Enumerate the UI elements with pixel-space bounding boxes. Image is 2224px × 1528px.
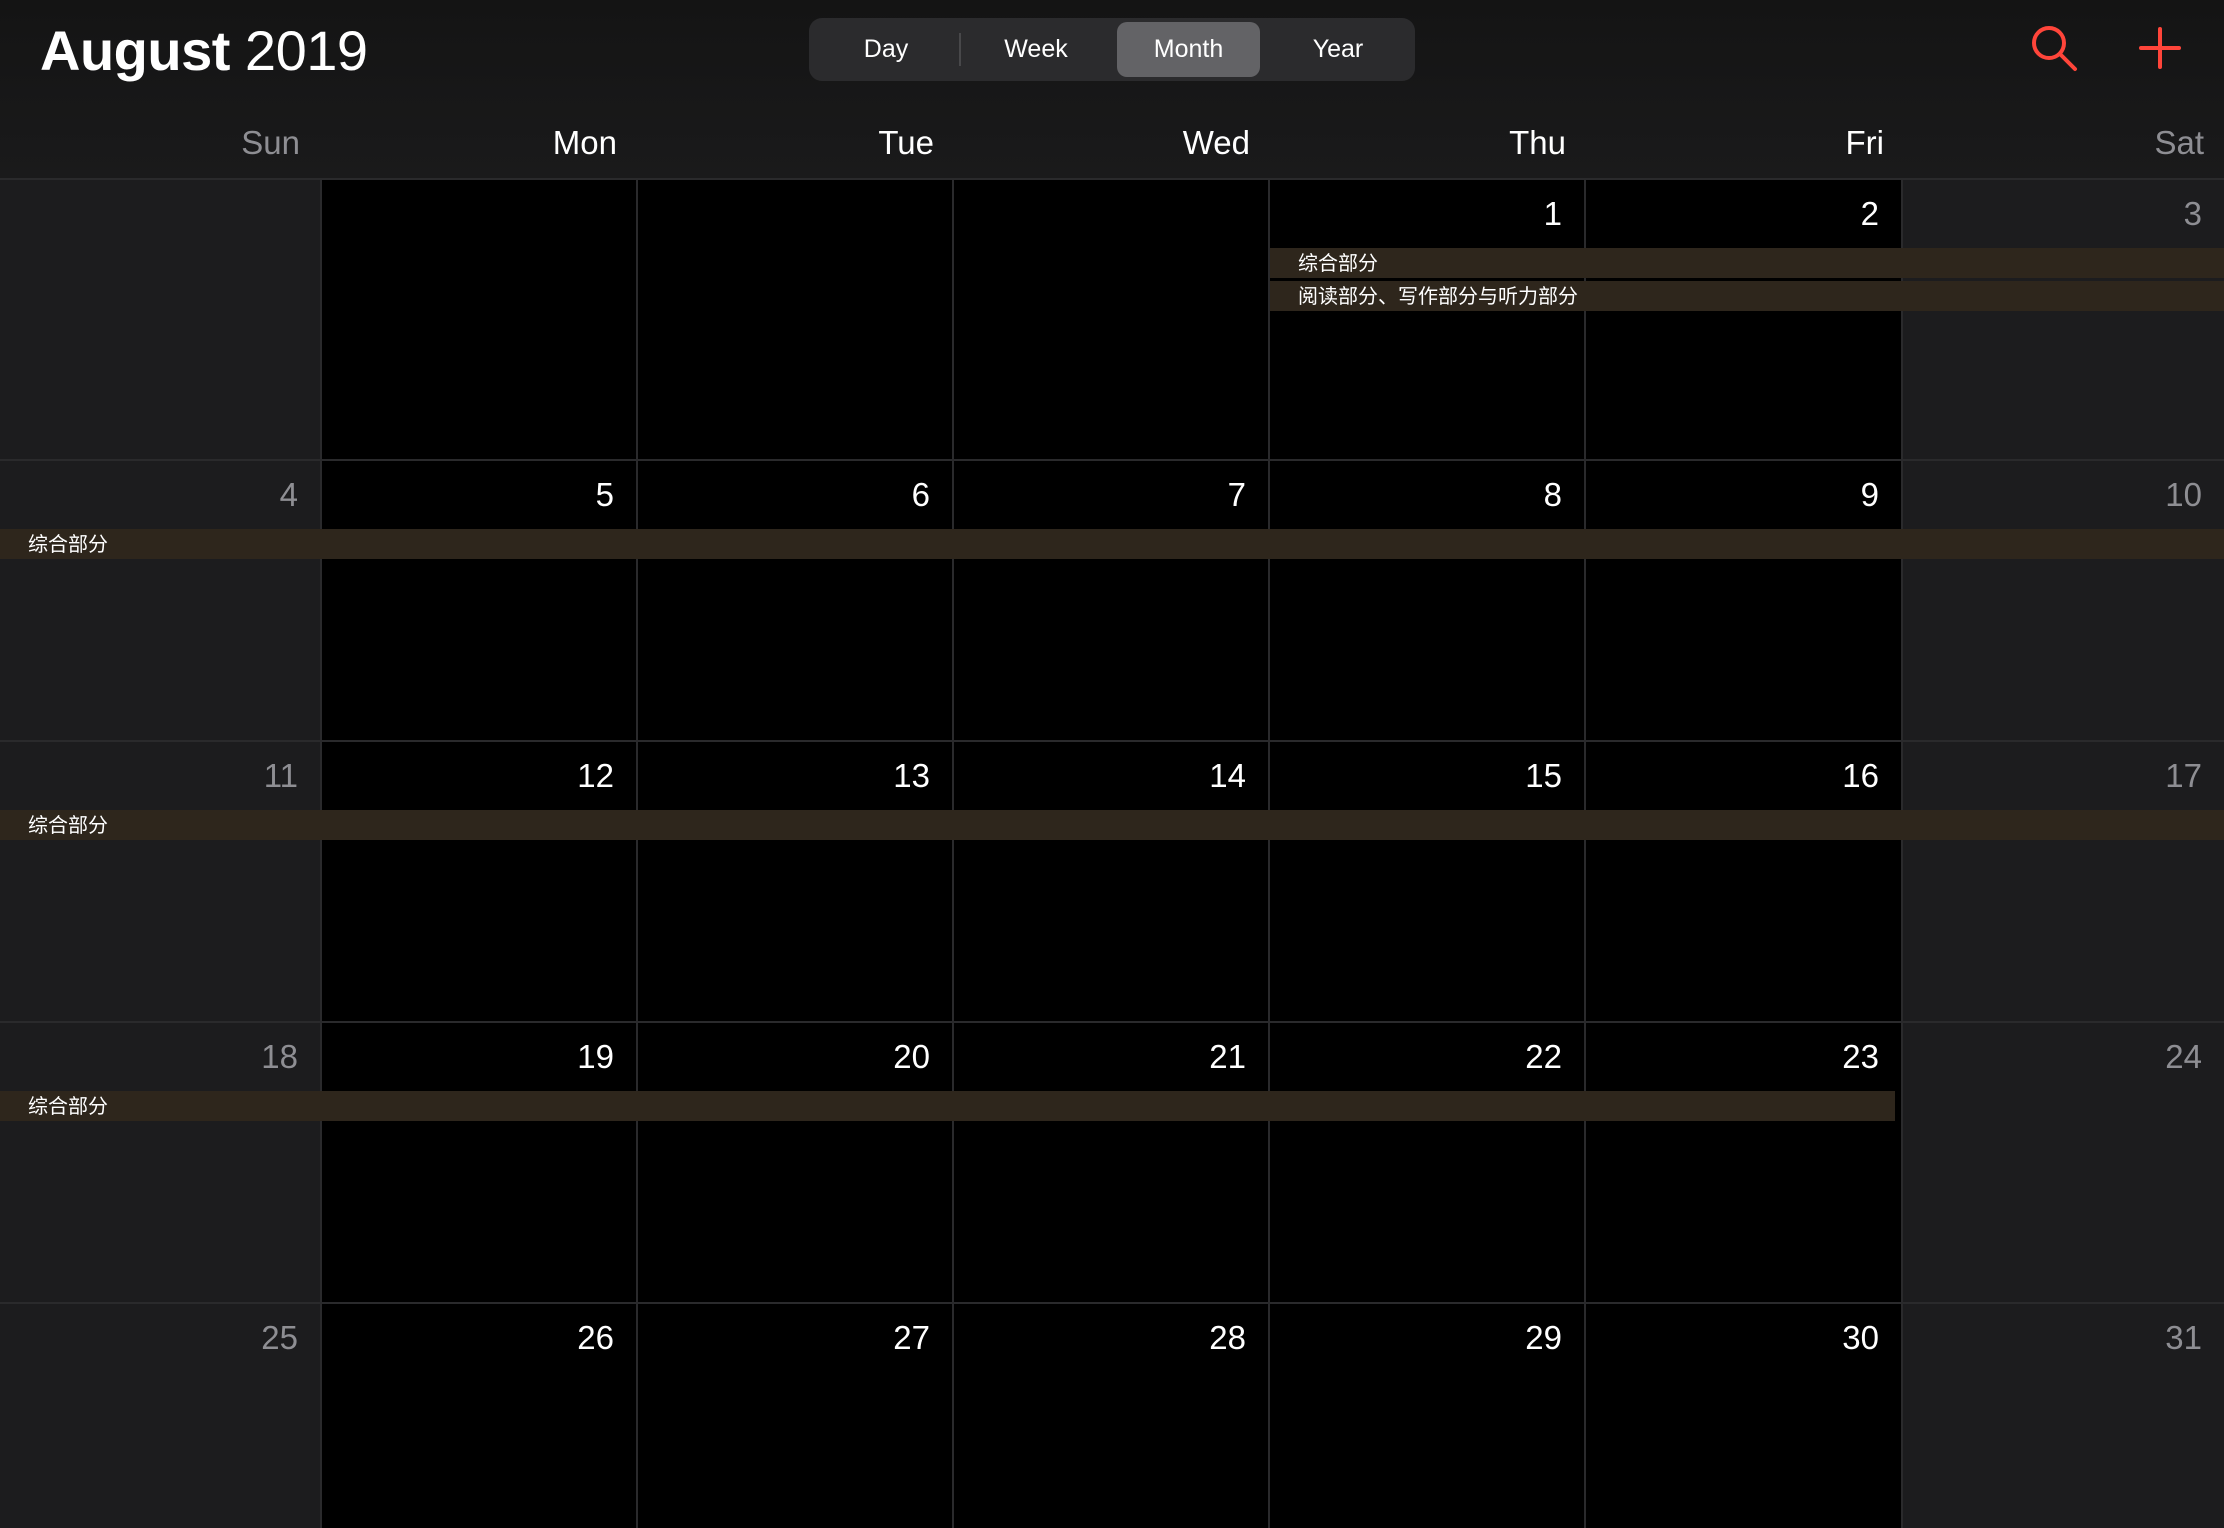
day-cell-tue[interactable] <box>638 180 954 459</box>
day-number: 9 <box>1860 476 1879 513</box>
event-bar[interactable]: 阅读部分、写作部分与听力部分 <box>1270 281 2224 311</box>
day-cell-wed[interactable]: 21 <box>954 1023 1270 1302</box>
day-cell-tue[interactable]: 27 <box>638 1304 954 1528</box>
day-cell-tue[interactable]: 13 <box>638 742 954 1021</box>
week-row: 4 5 6 7 8 9 10 综合部分 <box>0 459 2224 740</box>
day-cell-thu[interactable]: 8 <box>1270 461 1586 740</box>
event-bar[interactable]: 综合部分 <box>1270 248 2224 278</box>
view-switcher: Day Week Month Year <box>809 18 1415 81</box>
event-bar[interactable]: 综合部分 <box>0 1091 1895 1121</box>
year-number: 2019 <box>244 19 368 82</box>
day-number: 19 <box>577 1038 614 1075</box>
day-cell-thu[interactable]: 1 <box>1270 180 1586 459</box>
view-month-button[interactable]: Month <box>1117 22 1260 77</box>
day-cell-wed[interactable]: 7 <box>954 461 1270 740</box>
month-title: August 2019 <box>40 14 368 88</box>
day-number: 15 <box>1525 757 1562 794</box>
weekday-label-mon: Mon <box>552 124 617 161</box>
day-cell-wed[interactable]: 28 <box>954 1304 1270 1528</box>
day-cell-fri[interactable]: 30 <box>1586 1304 1903 1528</box>
day-cell-thu[interactable]: 22 <box>1270 1023 1586 1302</box>
weekday-label-wed: Wed <box>1182 124 1250 161</box>
day-cell-fri[interactable]: 9 <box>1586 461 1903 740</box>
weekday-label-sun: Sun <box>241 124 300 161</box>
day-cell-sun[interactable]: 25 <box>0 1304 322 1528</box>
weekday-label-thu: Thu <box>1509 124 1566 161</box>
view-week-button[interactable]: Week <box>961 22 1111 77</box>
day-number: 20 <box>893 1038 930 1075</box>
day-cell-sun[interactable]: 11 <box>0 742 322 1021</box>
day-cell-fri[interactable]: 16 <box>1586 742 1903 1021</box>
week-row: 11 12 13 14 15 16 17 综合部分 <box>0 740 2224 1021</box>
event-bar[interactable]: 综合部分 <box>0 810 2224 840</box>
day-number: 13 <box>893 757 930 794</box>
plus-icon <box>2139 27 2181 69</box>
day-cell-thu[interactable]: 29 <box>1270 1304 1586 1528</box>
day-number: 6 <box>911 476 930 513</box>
day-cell-tue[interactable]: 20 <box>638 1023 954 1302</box>
day-cell-thu[interactable]: 15 <box>1270 742 1586 1021</box>
day-number: 29 <box>1525 1319 1562 1356</box>
week-row: 25 26 27 28 29 30 31 <box>0 1302 2224 1528</box>
weekday-label-fri: Fri <box>1845 124 1884 161</box>
view-day-button[interactable]: Day <box>813 22 959 77</box>
add-event-button[interactable] <box>2138 26 2182 70</box>
day-number: 4 <box>279 476 298 513</box>
day-number: 21 <box>1209 1038 1246 1075</box>
day-number: 10 <box>2165 476 2202 513</box>
day-number: 3 <box>2183 195 2202 232</box>
day-cell-wed[interactable]: 14 <box>954 742 1270 1021</box>
day-number: 8 <box>1543 476 1562 513</box>
day-number: 7 <box>1227 476 1246 513</box>
calendar-header: August 2019 Day Week Month Year Sun Mon … <box>0 0 2224 178</box>
month-name: August <box>40 19 230 82</box>
day-cell-fri[interactable]: 2 <box>1586 180 1903 459</box>
month-grid: 1 2 3 综合部分 阅读部分、写作部分与听力部分 4 5 6 7 8 9 10 综合部分 11 12 13 1… <box>0 178 2224 1528</box>
day-cell-mon[interactable]: 5 <box>322 461 638 740</box>
day-cell-sat[interactable]: 10 <box>1903 461 2224 740</box>
day-cell-sun[interactable] <box>0 180 322 459</box>
week-row: 1 2 3 综合部分 阅读部分、写作部分与听力部分 <box>0 178 2224 459</box>
view-year-button[interactable]: Year <box>1265 22 1411 77</box>
search-button[interactable] <box>2028 22 2080 74</box>
day-cell-tue[interactable]: 6 <box>638 461 954 740</box>
day-cell-mon[interactable]: 26 <box>322 1304 638 1528</box>
event-bar[interactable]: 综合部分 <box>0 529 2224 559</box>
day-cell-mon[interactable]: 19 <box>322 1023 638 1302</box>
day-cell-mon[interactable] <box>322 180 638 459</box>
weekday-label-tue: Tue <box>878 124 934 161</box>
day-number: 18 <box>261 1038 298 1075</box>
day-number: 23 <box>1842 1038 1879 1075</box>
day-cell-fri[interactable]: 23 <box>1586 1023 1903 1302</box>
day-cell-mon[interactable]: 12 <box>322 742 638 1021</box>
day-number: 14 <box>1209 757 1246 794</box>
day-number: 16 <box>1842 757 1879 794</box>
day-number: 11 <box>263 757 298 794</box>
day-number: 5 <box>595 476 614 513</box>
search-icon <box>2032 26 2077 71</box>
day-cell-sat[interactable]: 17 <box>1903 742 2224 1021</box>
day-number: 26 <box>577 1319 614 1356</box>
day-number: 27 <box>893 1319 930 1356</box>
day-number: 30 <box>1842 1319 1879 1356</box>
day-number: 25 <box>261 1319 298 1356</box>
day-number: 24 <box>2165 1038 2202 1075</box>
day-cell-sat[interactable]: 31 <box>1903 1304 2224 1528</box>
day-number: 12 <box>577 757 614 794</box>
week-row: 18 19 20 21 22 23 24 综合部分 <box>0 1021 2224 1302</box>
day-number: 1 <box>1543 195 1562 232</box>
day-cell-wed[interactable] <box>954 180 1270 459</box>
day-number: 28 <box>1209 1319 1246 1356</box>
day-number: 2 <box>1860 195 1879 232</box>
day-number: 22 <box>1525 1038 1562 1075</box>
day-number: 31 <box>2165 1319 2202 1356</box>
day-cell-sat[interactable]: 24 <box>1903 1023 2224 1302</box>
weekday-label-sat: Sat <box>2154 124 2204 161</box>
day-cell-sat[interactable]: 3 <box>1903 180 2224 459</box>
day-cell-sun[interactable]: 18 <box>0 1023 322 1302</box>
day-number: 17 <box>2165 757 2202 794</box>
day-cell-sun[interactable]: 4 <box>0 461 322 740</box>
